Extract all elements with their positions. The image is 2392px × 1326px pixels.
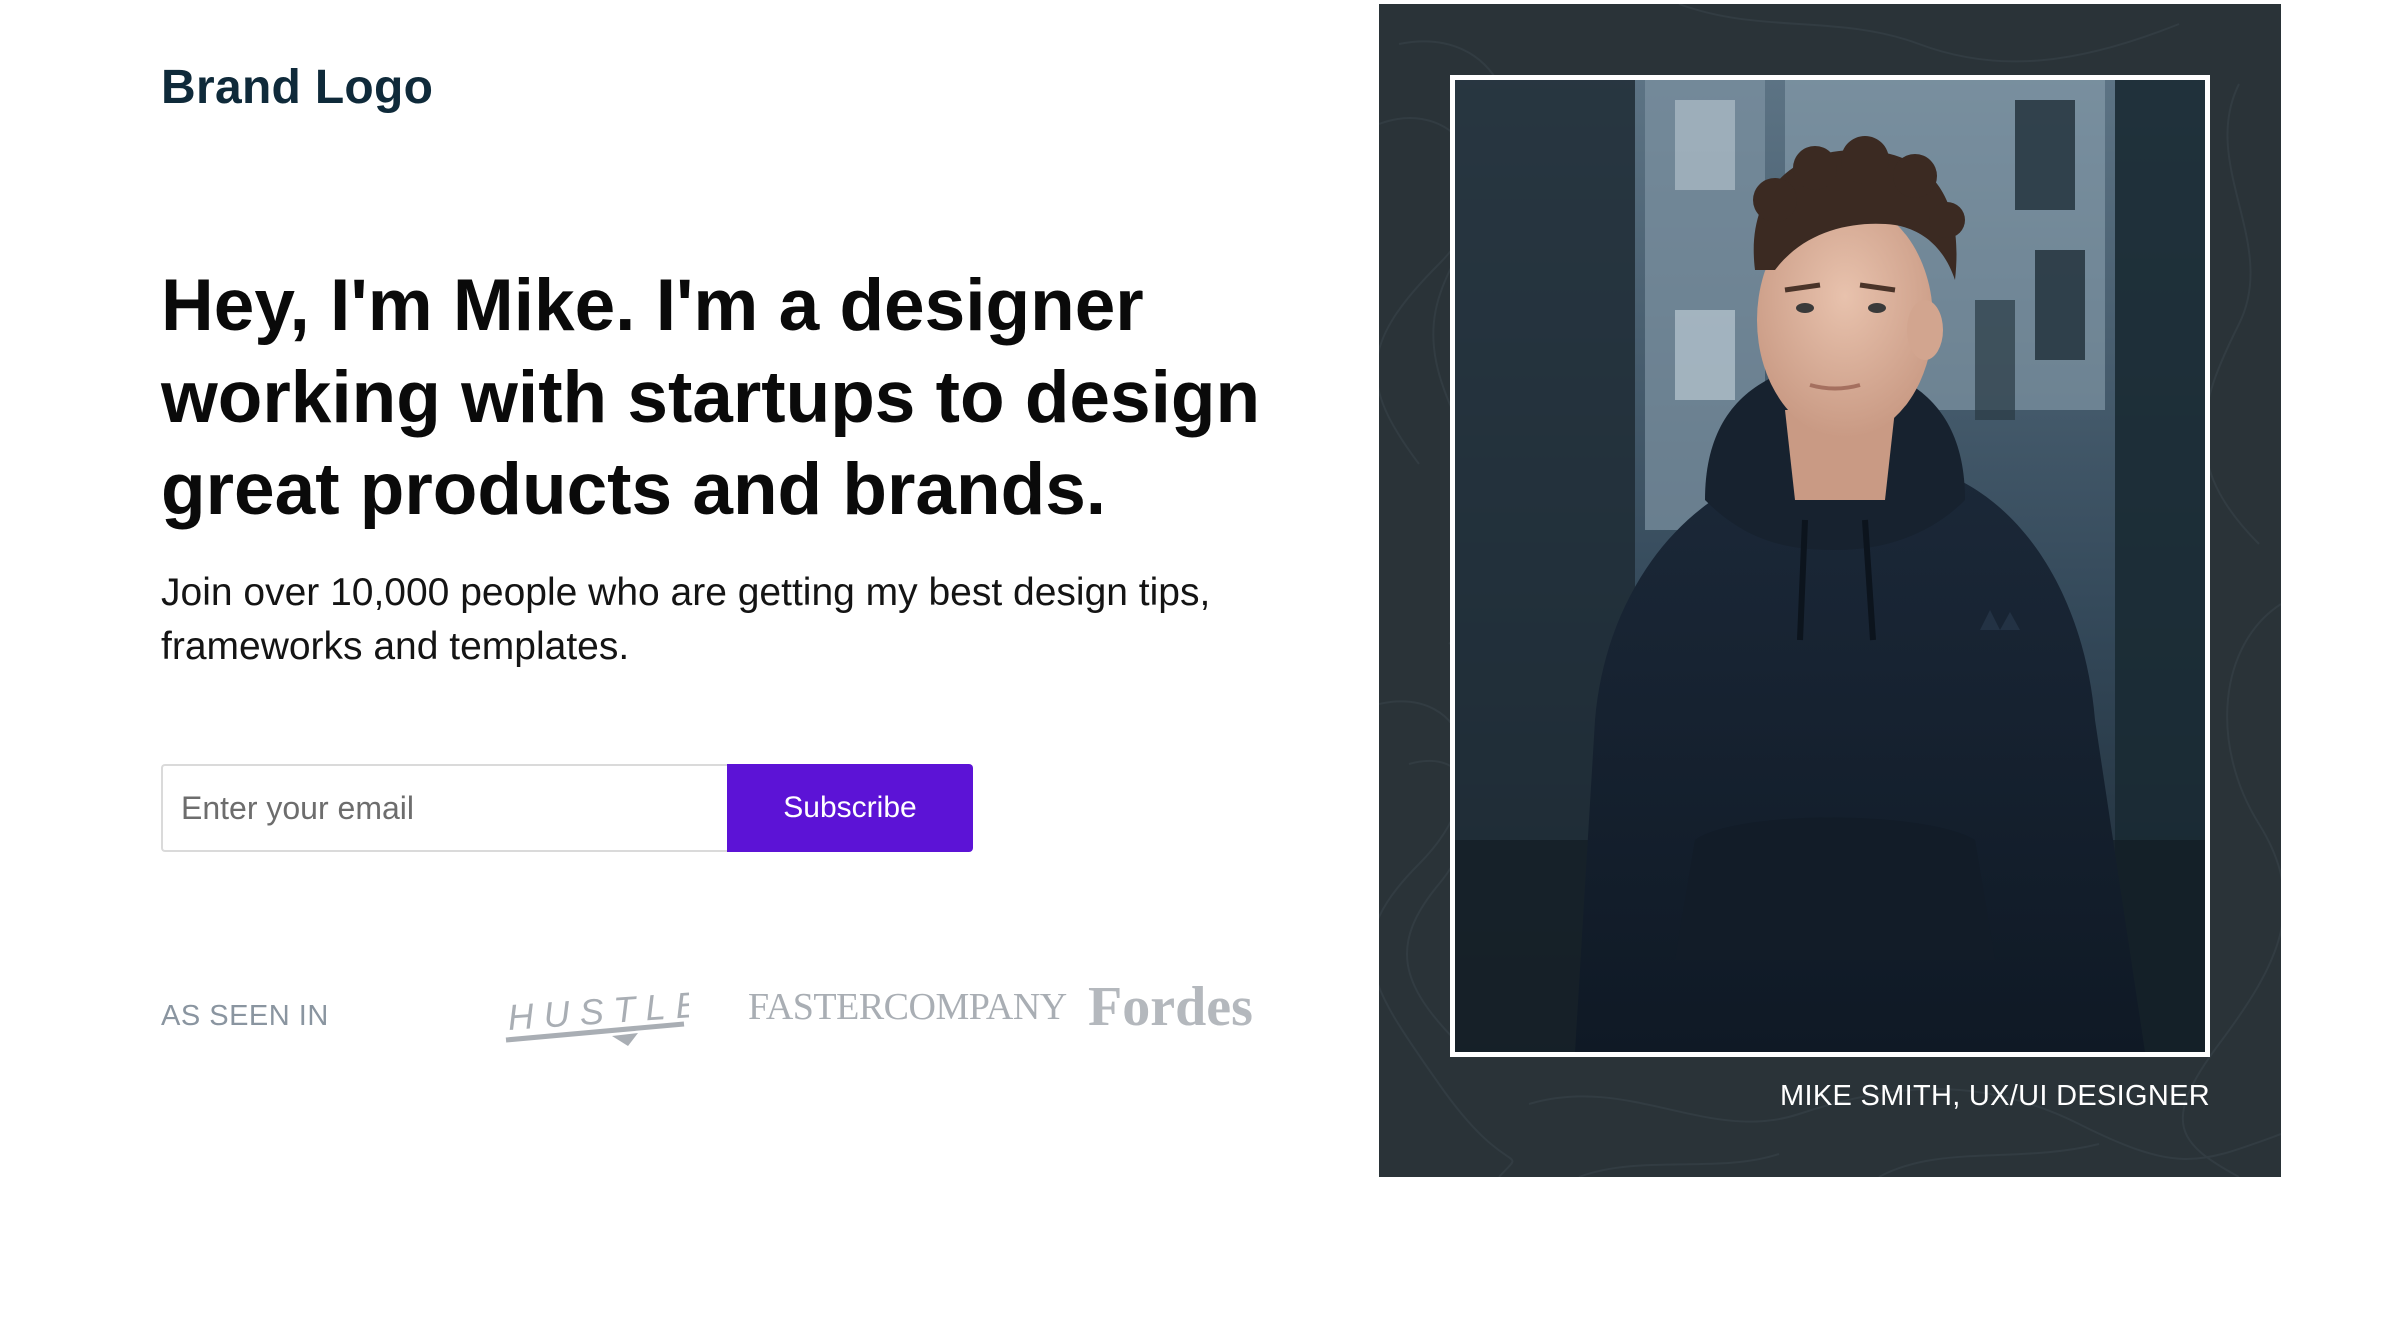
brand-logo[interactable]: Brand Logo	[161, 60, 433, 115]
hustle-arrow	[612, 1033, 638, 1046]
email-input[interactable]	[161, 764, 727, 852]
landing-page: Brand Logo Hey, I'm Mike. I'm a designer…	[0, 0, 2392, 1326]
subscribe-form: Subscribe	[161, 764, 973, 852]
hero-headline: Hey, I'm Mike. I'm a designer working wi…	[161, 265, 1261, 530]
as-seen-in-label: AS SEEN IN	[161, 1000, 329, 1032]
hustle-logo: HUSTLE	[505, 983, 689, 1046]
hero-subtext: Join over 10,000 people who are getting …	[161, 571, 1211, 668]
portrait-caption: MIKE SMITH, UX/UI DESIGNER	[1780, 1080, 2210, 1112]
fordes-logo: Fordes	[1088, 976, 1253, 1038]
subscribe-button[interactable]: Subscribe	[727, 764, 973, 852]
portrait-photo	[1455, 80, 2205, 1052]
portrait-photo-frame	[1450, 75, 2210, 1057]
portrait-panel: MIKE SMITH, UX/UI DESIGNER	[1379, 4, 2281, 1177]
fast-company-logo: FASTERCOMPANY	[748, 986, 1067, 1028]
